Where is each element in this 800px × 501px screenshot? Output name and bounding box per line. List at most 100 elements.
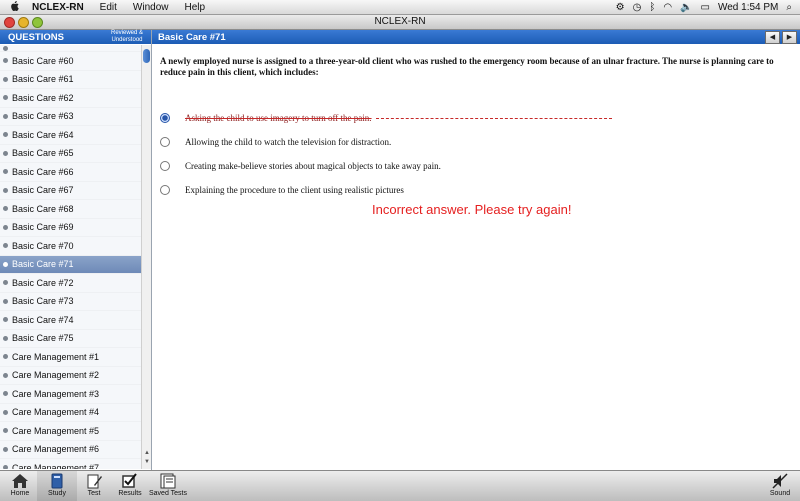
- incorrect-strike-line: [375, 117, 612, 119]
- answer-option-4[interactable]: Explaining the procedure to the client u…: [160, 178, 790, 202]
- minimize-window-button[interactable]: [18, 17, 29, 28]
- bottom-toolbar: Home Study Test Results Saved Tests Soun…: [0, 470, 800, 501]
- status-dot-icon: [3, 391, 8, 397]
- list-item-label: Basic Care #65: [12, 148, 74, 159]
- sound-muted-icon: [771, 473, 789, 489]
- window-title: NCLEX-RN: [374, 16, 426, 27]
- list-item[interactable]: Basic Care #60: [0, 52, 141, 71]
- apple-menu-icon[interactable]: [4, 0, 24, 14]
- list-item[interactable]: Basic Care #69: [0, 218, 141, 237]
- list-item[interactable]: Basic Care #74: [0, 311, 141, 330]
- list-item-label: Basic Care #61: [12, 74, 74, 85]
- status-app-icon[interactable]: ⚙: [616, 2, 625, 13]
- time-machine-icon[interactable]: ◷: [633, 2, 642, 13]
- list-item-label: Basic Care #60: [12, 55, 74, 66]
- scrollbar-thumb[interactable]: [143, 49, 150, 63]
- wifi-icon[interactable]: ◠: [663, 2, 672, 13]
- status-dot-icon: [3, 317, 8, 323]
- list-item-label: Basic Care #74: [12, 314, 74, 325]
- status-dot-icon: [3, 261, 8, 267]
- list-item[interactable]: Care Management #2: [0, 366, 141, 385]
- list-item[interactable]: Care Management #1: [0, 348, 141, 367]
- checkbox-icon: [121, 473, 139, 489]
- menu-help[interactable]: Help: [176, 2, 213, 13]
- list-item-label: Care Management #3: [12, 388, 100, 399]
- radio-button[interactable]: [160, 185, 170, 195]
- list-item[interactable]: Basic Care #62: [0, 89, 141, 108]
- status-dot-icon: [3, 95, 8, 101]
- radio-button[interactable]: [160, 137, 170, 147]
- list-item-partial[interactable]: [0, 45, 141, 52]
- list-item-label: Basic Care #70: [12, 240, 74, 251]
- list-item[interactable]: Basic Care #66: [0, 163, 141, 182]
- questions-header: QUESTIONS Reviewed & Understood: [0, 30, 151, 44]
- list-item[interactable]: Care Management #7: [0, 459, 141, 469]
- status-dot-icon: [3, 465, 8, 469]
- list-item-label: Care Management #7: [12, 462, 100, 469]
- list-item[interactable]: Basic Care #68: [0, 200, 141, 219]
- scroll-down-arrow-icon[interactable]: ▼: [143, 459, 151, 467]
- panel-divider[interactable]: [151, 30, 152, 470]
- results-button[interactable]: Results: [110, 471, 150, 501]
- window-titlebar: NCLEX-RN: [0, 15, 800, 30]
- question-header: Basic Care #71 ◀ ▶: [152, 30, 800, 44]
- menu-app[interactable]: NCLEX-RN: [24, 2, 92, 13]
- pencil-paper-icon: [85, 473, 103, 489]
- answer-option-2[interactable]: Allowing the child to watch the televisi…: [160, 130, 790, 154]
- list-item[interactable]: Basic Care #72: [0, 274, 141, 293]
- status-dot-icon: [3, 76, 8, 82]
- home-icon: [11, 473, 29, 489]
- menu-window[interactable]: Window: [125, 2, 177, 13]
- status-dot-icon: [3, 169, 8, 175]
- list-item-label: Basic Care #66: [12, 166, 74, 177]
- status-dot-icon: [3, 132, 8, 138]
- list-item-label: Basic Care #73: [12, 296, 74, 307]
- answer-option-1[interactable]: Asking the child to use imagery to turn …: [160, 106, 790, 130]
- list-item[interactable]: Basic Care #67: [0, 181, 141, 200]
- questions-title: QUESTIONS: [8, 32, 64, 43]
- sound-button[interactable]: Sound: [760, 471, 800, 501]
- list-item[interactable]: Care Management #3: [0, 385, 141, 404]
- list-item-label: Basic Care #63: [12, 111, 74, 122]
- radio-button[interactable]: [160, 161, 170, 171]
- question-title: Basic Care #71: [158, 32, 226, 43]
- bluetooth-icon[interactable]: ᛒ: [649, 2, 655, 13]
- list-item-label: Basic Care #72: [12, 277, 74, 288]
- spotlight-icon[interactable]: ⌕: [786, 2, 792, 13]
- list-item[interactable]: Basic Care #64: [0, 126, 141, 145]
- list-item[interactable]: Care Management #5: [0, 422, 141, 441]
- status-dot-icon: [3, 354, 8, 360]
- previous-question-button[interactable]: ◀: [765, 31, 780, 44]
- answer-text-4: Explaining the procedure to the client u…: [185, 185, 404, 195]
- volume-icon[interactable]: 🔈: [680, 2, 692, 13]
- status-dot-icon: [3, 280, 8, 286]
- list-item[interactable]: Basic Care #75: [0, 329, 141, 348]
- menu-edit[interactable]: Edit: [92, 2, 125, 13]
- list-item[interactable]: Basic Care #70: [0, 237, 141, 256]
- test-button[interactable]: Test: [74, 471, 114, 501]
- home-button[interactable]: Home: [0, 471, 40, 501]
- menubar-clock[interactable]: Wed 1:54 PM: [718, 2, 778, 13]
- list-item-label: Care Management #1: [12, 351, 100, 362]
- radio-button-selected[interactable]: [160, 113, 170, 123]
- list-item[interactable]: Care Management #4: [0, 403, 141, 422]
- battery-icon[interactable]: ▭: [701, 2, 710, 13]
- list-item[interactable]: Basic Care #71: [0, 255, 141, 274]
- reviewed-column-header: Reviewed & Understood: [110, 30, 143, 43]
- saved-tests-icon: [159, 473, 177, 489]
- close-window-button[interactable]: [4, 17, 15, 28]
- answer-option-3[interactable]: Creating make-believe stories about magi…: [160, 154, 790, 178]
- list-item[interactable]: Basic Care #63: [0, 107, 141, 126]
- list-item-label: Care Management #5: [12, 425, 100, 436]
- zoom-window-button[interactable]: [32, 17, 43, 28]
- next-question-button[interactable]: ▶: [782, 31, 797, 44]
- list-item[interactable]: Basic Care #65: [0, 144, 141, 163]
- study-button[interactable]: Study: [37, 471, 77, 501]
- list-item-label: Care Management #4: [12, 407, 100, 418]
- saved-tests-button[interactable]: Saved Tests: [146, 471, 190, 501]
- list-item[interactable]: Care Management #6: [0, 440, 141, 459]
- scroll-up-arrow-icon[interactable]: ▲: [143, 450, 151, 458]
- list-item[interactable]: Basic Care #61: [0, 70, 141, 89]
- list-item[interactable]: Basic Care #73: [0, 292, 141, 311]
- answer-text-3: Creating make-believe stories about magi…: [185, 161, 441, 171]
